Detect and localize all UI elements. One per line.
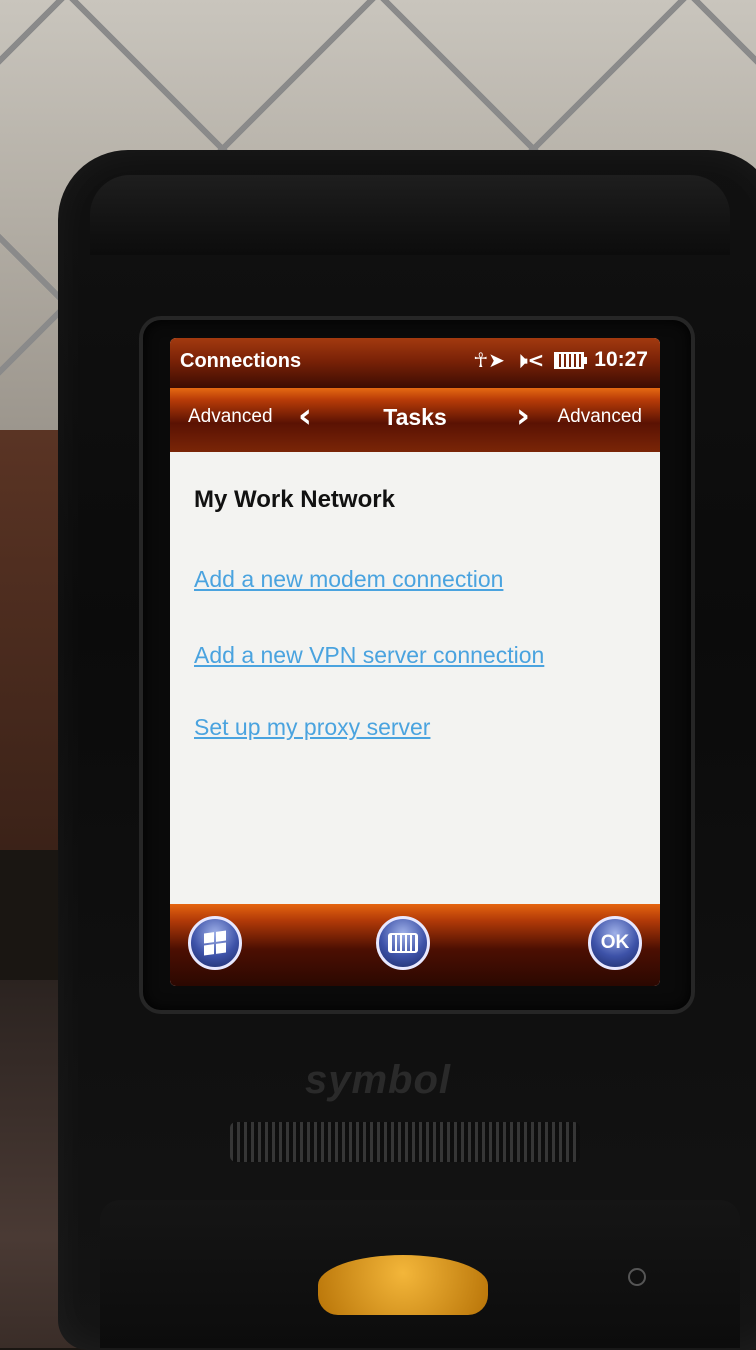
status-bar: Connections ☥➤ 🕨︎< 10:27 <box>170 338 660 388</box>
setup-proxy-link[interactable]: Set up my proxy server <box>194 714 430 741</box>
add-vpn-connection-link[interactable]: Add a new VPN server connection <box>194 642 544 669</box>
chevron-right-icon[interactable]: › <box>516 396 530 436</box>
tab-advanced-right[interactable]: Advanced <box>557 406 642 428</box>
start-button[interactable] <box>188 916 242 970</box>
keyboard-button[interactable] <box>376 916 430 970</box>
battery-icon[interactable] <box>554 351 588 369</box>
device-screen: Connections ☥➤ 🕨︎< 10:27 Advanced ‹ Task… <box>170 338 660 986</box>
status-icons: ☥➤ 🕨︎< 10:27 <box>473 348 648 372</box>
device-top <box>90 175 730 255</box>
section-title: My Work Network <box>194 486 395 513</box>
app-title[interactable]: Connections <box>180 350 301 373</box>
power-icon[interactable] <box>628 1268 646 1286</box>
ok-button[interactable]: OK <box>588 916 642 970</box>
keyboard-icon <box>388 933 418 953</box>
softkey-bar: OK <box>170 904 660 986</box>
speaker-grille <box>230 1122 580 1162</box>
windows-start-icon <box>204 930 226 956</box>
tab-bar: Advanced ‹ Tasks › Advanced <box>170 388 660 452</box>
speaker-muted-icon[interactable]: 🕨︎< <box>515 348 544 372</box>
device-brand-logo: symbol <box>304 1058 452 1102</box>
connectivity-icon[interactable]: ☥➤ <box>473 348 505 372</box>
clock-time[interactable]: 10:27 <box>594 348 648 372</box>
add-modem-connection-link[interactable]: Add a new modem connection <box>194 566 503 593</box>
tasks-content: My Work Network Add a new modem connecti… <box>170 452 660 912</box>
scan-trigger-key[interactable] <box>318 1255 488 1315</box>
